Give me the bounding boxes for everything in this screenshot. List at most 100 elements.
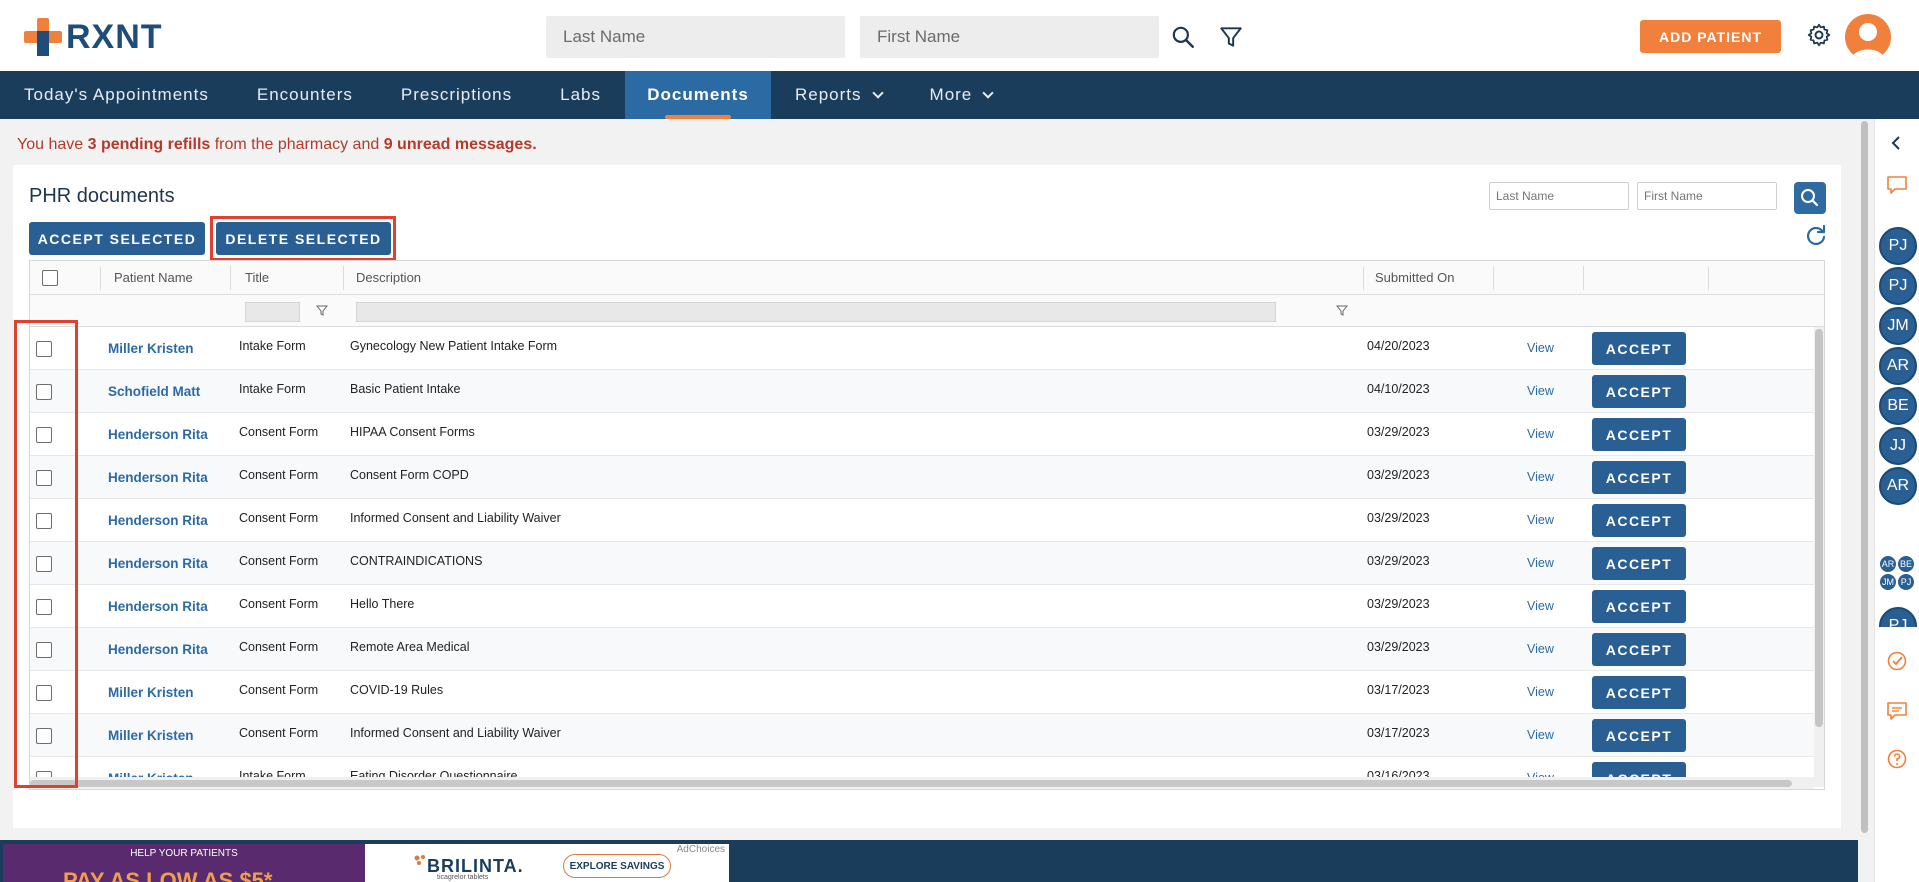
title-filter-input[interactable]	[245, 302, 300, 322]
accept-button[interactable]: ACCEPT	[1592, 676, 1686, 709]
nav-todays-appointments[interactable]: Today's Appointments	[0, 71, 233, 119]
group-bubble[interactable]: BE	[1897, 555, 1915, 573]
logo-text: RXNT	[66, 17, 163, 56]
patient-name-link[interactable]: Henderson Rita	[108, 642, 208, 657]
nav-encounters[interactable]: Encounters	[233, 71, 377, 119]
chat-bubble[interactable]: BE	[1879, 387, 1917, 425]
chat-bubble[interactable]: JJ	[1879, 427, 1917, 465]
add-patient-button[interactable]: ADD PATIENT	[1640, 20, 1781, 53]
header-last-name-input[interactable]	[546, 16, 845, 58]
view-link[interactable]: View	[1527, 513, 1554, 527]
page-scrollbar[interactable]	[1858, 119, 1870, 839]
view-link[interactable]: View	[1527, 642, 1554, 656]
accept-button[interactable]: ACCEPT	[1592, 590, 1686, 623]
patient-name-link[interactable]: Henderson Rita	[108, 599, 208, 614]
document-title: Consent Form	[239, 726, 319, 740]
accept-button[interactable]: ACCEPT	[1592, 504, 1686, 537]
alert-prefix: You have	[17, 136, 88, 153]
patient-name-link[interactable]: Henderson Rita	[108, 513, 208, 528]
nav-prescriptions[interactable]: Prescriptions	[377, 71, 536, 119]
chat-bubble[interactable]: AR	[1879, 467, 1917, 505]
view-link[interactable]: View	[1527, 341, 1554, 355]
patient-name-link[interactable]: Miller Kristen	[108, 685, 194, 700]
chat-icon[interactable]	[1885, 173, 1909, 197]
panel-search-button[interactable]	[1794, 182, 1826, 214]
panel-title: PHR documents	[29, 185, 175, 207]
chevron-left-icon[interactable]	[1885, 131, 1909, 155]
patient-name-link[interactable]: Miller Kristen	[108, 341, 194, 356]
document-title: Consent Form	[239, 683, 319, 697]
nav-label: Reports	[795, 85, 862, 104]
message-icon[interactable]	[1885, 699, 1909, 723]
ad-banner-left[interactable]: HELP YOUR PATIENTS PAY AS LOW AS $5*	[3, 844, 365, 882]
patient-name-link[interactable]: Miller Kristen	[108, 728, 194, 743]
col-submitted-on[interactable]: Submitted On	[1375, 270, 1455, 285]
view-link[interactable]: View	[1527, 685, 1554, 699]
chat-bubble[interactable]: PJ	[1879, 267, 1917, 305]
patient-name-link[interactable]: Henderson Rita	[108, 470, 208, 485]
help-icon[interactable]	[1885, 747, 1909, 771]
adchoices-label[interactable]: AdChoices	[677, 844, 725, 855]
submitted-date: 04/10/2023	[1367, 382, 1430, 396]
pending-refills-link[interactable]: 3 pending refills	[88, 136, 211, 153]
submitted-date: 03/17/2023	[1367, 683, 1430, 697]
group-bubble[interactable]: JM	[1879, 573, 1897, 591]
accept-button[interactable]: ACCEPT	[1592, 332, 1686, 365]
gear-icon[interactable]	[1806, 22, 1832, 48]
user-avatar-icon	[1851, 23, 1885, 60]
patient-name-link[interactable]: Schofield Matt	[108, 384, 200, 399]
rxnt-logo[interactable]: RXNT	[24, 18, 163, 56]
table-vertical-scrollbar[interactable]	[1814, 327, 1824, 787]
nav-reports[interactable]: Reports	[771, 71, 906, 119]
col-patient-name[interactable]: Patient Name	[114, 270, 193, 285]
view-link[interactable]: View	[1527, 599, 1554, 613]
view-link[interactable]: View	[1527, 556, 1554, 570]
panel-first-name-input[interactable]	[1637, 182, 1777, 210]
chat-bubble[interactable]: PJ	[1879, 227, 1917, 265]
unread-messages-link[interactable]: 9 unread messages.	[384, 136, 537, 153]
accept-button[interactable]: ACCEPT	[1592, 375, 1686, 408]
panel-last-name-input[interactable]	[1489, 182, 1629, 210]
accept-button[interactable]: ACCEPT	[1592, 547, 1686, 580]
view-link[interactable]: View	[1527, 427, 1554, 441]
search-icon[interactable]	[1170, 24, 1196, 50]
header-first-name-input[interactable]	[860, 16, 1159, 58]
patient-name-link[interactable]: Henderson Rita	[108, 427, 208, 442]
patient-name-link[interactable]: Henderson Rita	[108, 556, 208, 571]
filter-icon[interactable]	[316, 304, 328, 316]
nav-more[interactable]: More	[906, 71, 1017, 119]
filter-icon[interactable]	[1218, 24, 1244, 50]
col-description[interactable]: Description	[356, 270, 421, 285]
accept-button[interactable]: ACCEPT	[1592, 461, 1686, 494]
view-link[interactable]: View	[1527, 384, 1554, 398]
chat-bubble[interactable]: PJ	[1879, 607, 1917, 627]
explore-savings-button[interactable]: EXPLORE SAVINGS	[563, 854, 671, 878]
document-title: Consent Form	[239, 640, 319, 654]
document-description: Consent Form COPD	[350, 468, 469, 482]
group-bubble[interactable]: AR	[1879, 555, 1897, 573]
filter-icon[interactable]	[1336, 304, 1348, 316]
check-circle-icon[interactable]	[1885, 649, 1909, 673]
document-description: Gynecology New Patient Intake Form	[350, 339, 558, 353]
refresh-icon[interactable]	[1804, 223, 1828, 247]
chat-bubble[interactable]: AR	[1879, 347, 1917, 385]
document-description: HIPAA Consent Forms	[350, 425, 475, 439]
nav-labs[interactable]: Labs	[536, 71, 625, 119]
table-horizontal-scrollbar[interactable]	[30, 777, 1814, 789]
view-link[interactable]: View	[1527, 728, 1554, 742]
search-icon	[1801, 189, 1819, 207]
user-avatar[interactable]	[1845, 14, 1891, 60]
select-all-checkbox[interactable]	[42, 270, 58, 286]
nav-documents[interactable]: Documents	[625, 71, 771, 119]
accept-button[interactable]: ACCEPT	[1592, 719, 1686, 752]
col-title[interactable]: Title	[245, 270, 269, 285]
view-link[interactable]: View	[1527, 470, 1554, 484]
description-filter-input[interactable]	[356, 302, 1276, 322]
accept-button[interactable]: ACCEPT	[1592, 633, 1686, 666]
logo-cross-icon	[24, 18, 62, 56]
group-bubble[interactable]: PJ	[1897, 573, 1915, 591]
chat-bubble[interactable]: JM	[1879, 307, 1917, 345]
accept-selected-button[interactable]: ACCEPT SELECTED	[29, 222, 205, 255]
ad-banner-right[interactable]: AdChoices BRILINTA. ticagrelor tablets E…	[365, 844, 729, 882]
accept-button[interactable]: ACCEPT	[1592, 418, 1686, 451]
